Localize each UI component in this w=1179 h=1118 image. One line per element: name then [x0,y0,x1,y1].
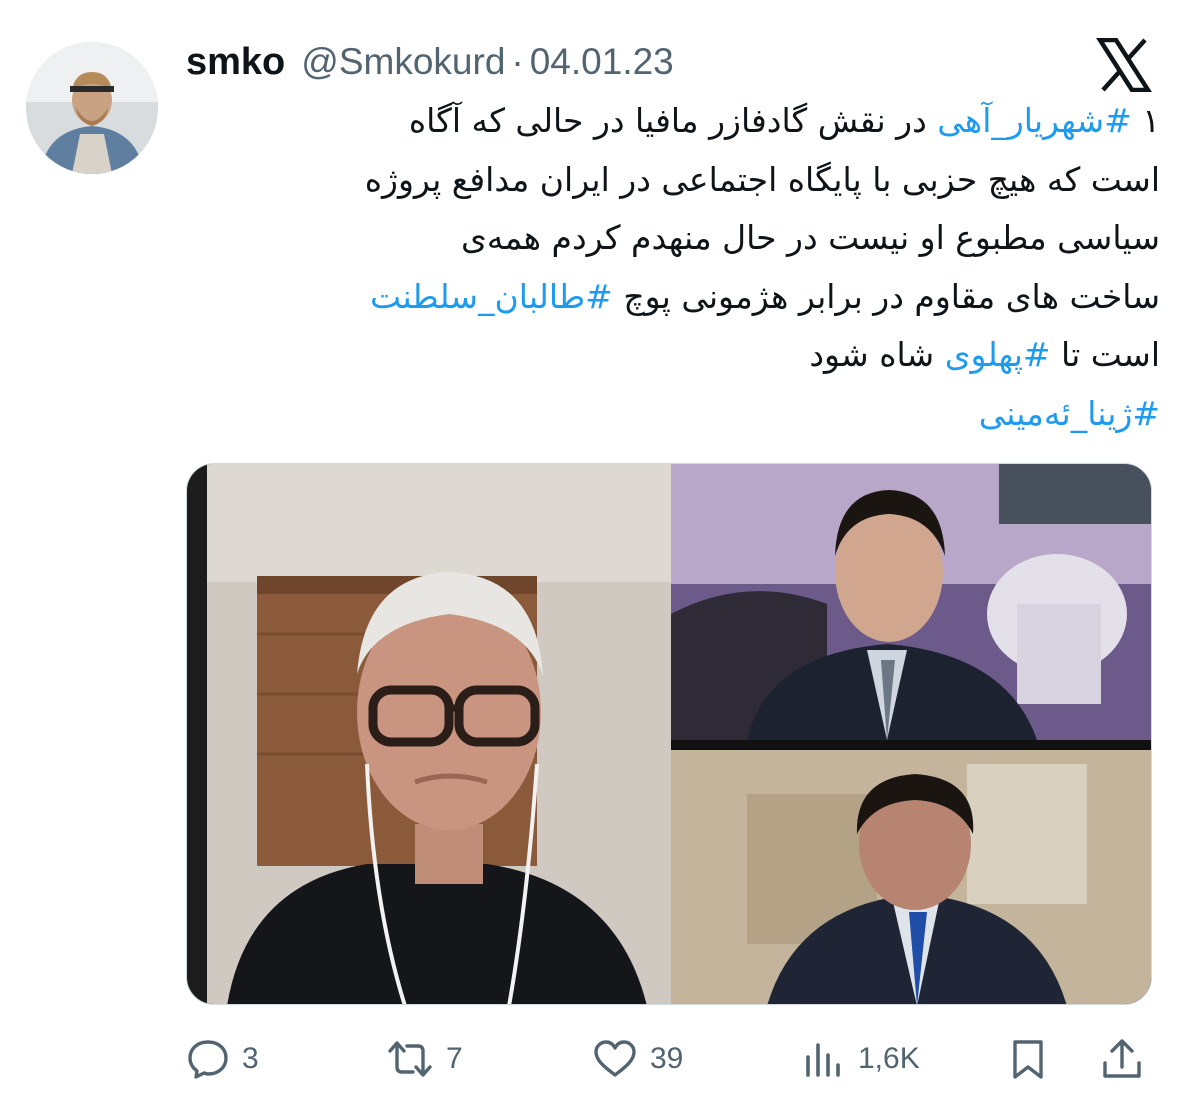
share-button[interactable] [1100,1028,1144,1090]
like-button[interactable]: 39 [592,1028,683,1090]
tweet-text-line: ١ #شهریار_آهی در نقش گادفازر مافیا در حا… [178,92,1160,151]
views-chart-icon [806,1043,840,1077]
author-name[interactable]: smko [186,41,285,84]
author-handle[interactable]: @Smkokurd [301,41,505,83]
x-logo-icon[interactable] [1095,37,1153,93]
hashtag-link[interactable]: #ژینا_ئه‌مینی [979,394,1160,433]
hashtag-link[interactable]: #پهلوی [945,335,1051,374]
views-button[interactable]: 1,6K [802,1028,920,1090]
tweet-media[interactable] [186,463,1152,1005]
tweet-text-segment: است تا [1050,335,1160,374]
tweet-text-segment: سیاسی مطبوع او نیست در حال منهدم کردم هم… [461,218,1160,257]
heart-icon [594,1040,636,1077]
tweet-actions: 3 7 39 1,6K [186,1028,1152,1090]
bookmark-icon [1013,1040,1043,1079]
tweet-date[interactable]: 04.01.23 [530,41,674,83]
tweet-text-line: است تا #پهلوی شاه شود [178,326,1160,385]
share-icon [1103,1039,1141,1078]
tweet-text: ١ #شهریار_آهی در نقش گادفازر مافیا در حا… [178,92,1160,443]
tweet-text-segment: شاه شود [809,335,945,374]
tweet-text-segment: ساخت های مقاوم در برابر هژمونی پوچ [612,276,1160,316]
separator-dot: · [511,41,524,82]
tweet-text-line: سیاسی مطبوع او نیست در حال منهدم کردم هم… [178,209,1160,268]
tweet-text-segment: است که هیچ حزبی با پایگاه اجتماعی در ایر… [364,159,1160,199]
tweet-text-line: #ژینا_ئه‌مینی [178,385,1160,444]
tweet-text-segment: ١ [1131,101,1160,140]
hashtag-link[interactable]: #شهریار_آهی [937,101,1131,140]
avatar[interactable] [26,42,158,174]
hashtag-link[interactable]: #طالبان_سلطنت [370,277,613,316]
tweet: smko @Smkokurd · 04.01.23 ١ #شهریار_آهی … [0,0,1179,1118]
tweet-text-line: است که هیچ حزبی با پایگاه اجتماعی در ایر… [178,151,1160,210]
retweet-button[interactable]: 7 [386,1028,463,1090]
tweet-text-line: ساخت های مقاوم در برابر هژمونی پوچ #طالب… [178,268,1160,327]
retweet-icon [388,1041,432,1077]
reply-count: 3 [242,1042,259,1075]
like-count: 39 [650,1042,684,1075]
views-count: 1,6K [858,1042,920,1075]
bookmark-button[interactable] [1006,1028,1050,1090]
reply-icon [188,1040,228,1079]
tweet-header: smko @Smkokurd · 04.01.23 [186,38,674,86]
tweet-text-segment: در نقش گادفازر مافیا در حالی که آگاه [408,101,938,140]
reply-button[interactable]: 3 [186,1028,259,1090]
retweet-count: 7 [446,1042,463,1075]
